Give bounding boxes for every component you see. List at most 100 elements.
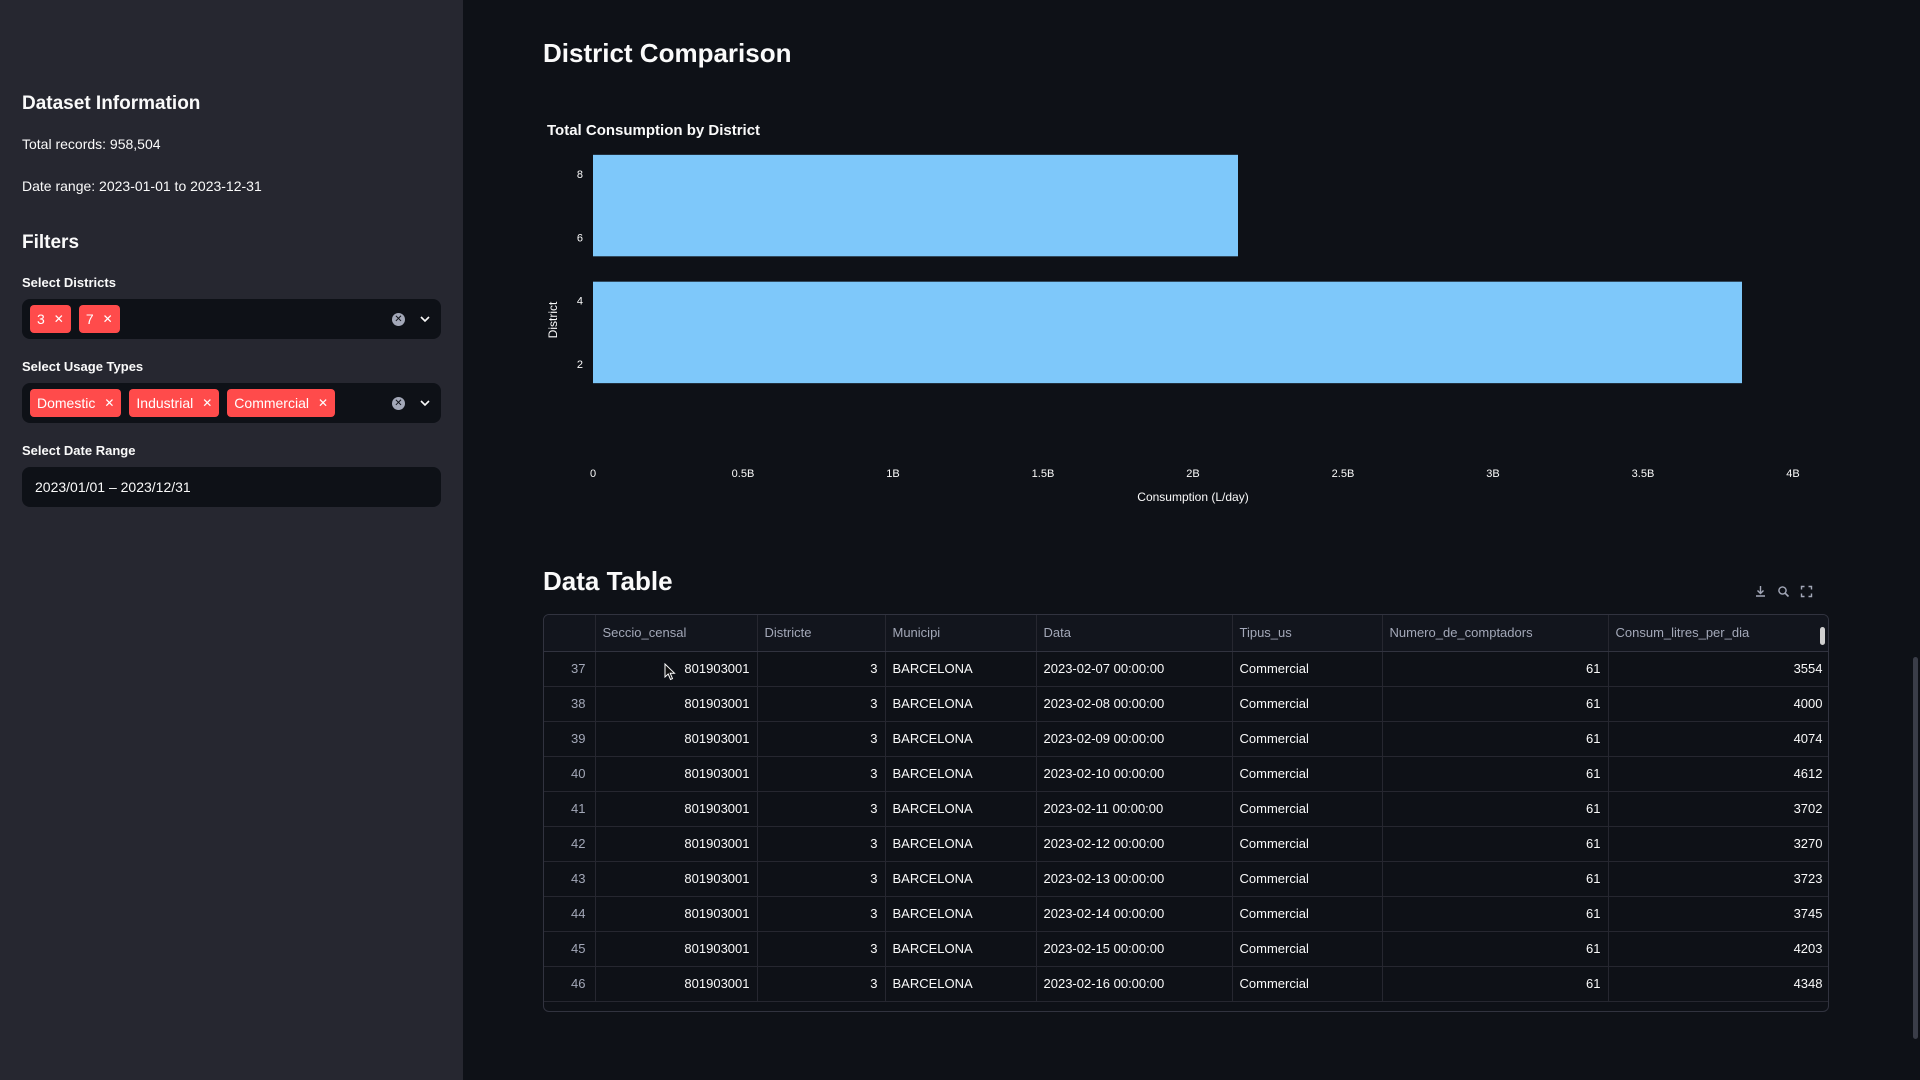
table-cell[interactable]: 801903001 [595, 686, 758, 722]
table-cell[interactable]: Commercial [1232, 896, 1383, 932]
table-cell[interactable]: 801903001 [595, 931, 758, 967]
table-cell[interactable]: 38 [544, 686, 596, 722]
table-cell[interactable]: 4612 [1608, 756, 1828, 792]
table-cell[interactable]: 3 [757, 966, 886, 1002]
table-cell[interactable]: 801903001 [595, 966, 758, 1002]
table-cell[interactable]: BARCELONA [885, 931, 1037, 967]
column-header-index[interactable] [544, 615, 596, 652]
table-cell[interactable]: 3745 [1608, 896, 1828, 932]
table-cell[interactable]: 801903001 [595, 896, 758, 932]
table-cell[interactable]: 4074 [1608, 721, 1828, 757]
table-cell[interactable]: BARCELONA [885, 966, 1037, 1002]
table-cell[interactable]: BARCELONA [885, 896, 1037, 932]
usage-types-multiselect[interactable]: Domestic ✕ Industrial ✕ Commercial ✕ ✕ [22, 383, 441, 423]
remove-tag-icon[interactable]: ✕ [202, 396, 212, 410]
table-cell[interactable]: Commercial [1232, 791, 1383, 827]
table-row[interactable]: 39 801903001 3 BARCELONA 2023-02-09 00:00:00… [544, 721, 1828, 757]
column-header-municipi[interactable]: Municipi [885, 615, 1037, 652]
usage-tag[interactable]: Commercial ✕ [227, 389, 336, 417]
clear-all-icon[interactable]: ✕ [392, 312, 405, 326]
column-header-numero-comptadors[interactable]: Numero_de_comptadors [1382, 615, 1609, 652]
table-cell[interactable]: Commercial [1232, 826, 1383, 862]
remove-tag-icon[interactable]: ✕ [103, 312, 113, 326]
table-cell[interactable]: 45 [544, 931, 596, 967]
table-cell[interactable]: 3 [757, 896, 886, 932]
table-cell[interactable]: 3702 [1608, 791, 1828, 827]
table-cell[interactable]: BARCELONA [885, 861, 1037, 897]
table-cell[interactable]: 3 [757, 791, 886, 827]
table-cell[interactable]: BARCELONA [885, 651, 1037, 687]
table-cell[interactable]: Commercial [1232, 756, 1383, 792]
table-cell[interactable]: 61 [1382, 861, 1609, 897]
bar-district-7[interactable] [593, 154, 1238, 257]
table-cell[interactable]: 801903001 [595, 861, 758, 897]
table-cell[interactable]: 46 [544, 966, 596, 1002]
districts-multiselect[interactable]: 3 ✕ 7 ✕ ✕ [22, 299, 441, 339]
table-cell[interactable]: 801903001 [595, 791, 758, 827]
table-cell[interactable]: 3270 [1608, 826, 1828, 862]
table-cell[interactable]: 37 [544, 651, 596, 687]
data-table[interactable]: Seccio_censal Districte Municipi Data Ti… [543, 614, 1829, 1012]
remove-tag-icon[interactable]: ✕ [318, 396, 328, 410]
table-cell[interactable]: 61 [1382, 931, 1609, 967]
table-cell[interactable]: 4203 [1608, 931, 1828, 967]
table-cell[interactable]: 61 [1382, 756, 1609, 792]
table-cell[interactable]: 801903001 [595, 651, 758, 687]
table-cell[interactable]: 2023-02-09 00:00:00 [1036, 721, 1233, 757]
table-cell[interactable]: 3 [757, 826, 886, 862]
table-cell[interactable]: Commercial [1232, 686, 1383, 722]
table-row[interactable]: 45 801903001 3 BARCELONA 2023-02-15 00:00:00… [544, 931, 1828, 967]
table-cell[interactable]: 2023-02-13 00:00:00 [1036, 861, 1233, 897]
table-cell[interactable]: 2023-02-16 00:00:00 [1036, 966, 1233, 1002]
district-tag[interactable]: 7 ✕ [78, 305, 120, 333]
bar-district-3[interactable] [593, 281, 1742, 384]
table-cell[interactable]: 2023-02-11 00:00:00 [1036, 791, 1233, 827]
table-cell[interactable]: Commercial [1232, 966, 1383, 1002]
table-row[interactable]: 40 801903001 3 BARCELONA 2023-02-10 00:00:00… [544, 756, 1828, 792]
table-cell[interactable]: 40 [544, 756, 596, 792]
table-cell[interactable]: BARCELONA [885, 756, 1037, 792]
table-cell[interactable]: BARCELONA [885, 721, 1037, 757]
table-cell[interactable]: Commercial [1232, 721, 1383, 757]
fullscreen-icon[interactable] [1800, 585, 1813, 598]
table-cell[interactable]: 3 [757, 931, 886, 967]
table-cell[interactable]: 61 [1382, 791, 1609, 827]
column-header-data[interactable]: Data [1036, 615, 1233, 652]
table-cell[interactable]: 801903001 [595, 721, 758, 757]
date-range-input[interactable]: 2023/01/01 – 2023/12/31 [22, 467, 441, 507]
table-cell[interactable]: 61 [1382, 651, 1609, 687]
table-row[interactable]: 37 801903001 3 BARCELONA 2023-02-07 00:00:00… [544, 651, 1828, 687]
usage-tag[interactable]: Industrial ✕ [129, 389, 220, 417]
column-header-seccio-censal[interactable]: Seccio_censal [595, 615, 758, 652]
table-cell[interactable]: 44 [544, 896, 596, 932]
table-cell[interactable]: 42 [544, 826, 596, 862]
column-header-districte[interactable]: Districte [757, 615, 886, 652]
table-cell[interactable]: Commercial [1232, 651, 1383, 687]
table-cell[interactable]: 3723 [1608, 861, 1828, 897]
table-cell[interactable]: 3 [757, 756, 886, 792]
table-cell[interactable]: 39 [544, 721, 596, 757]
table-cell[interactable]: 43 [544, 861, 596, 897]
table-cell[interactable]: 3 [757, 861, 886, 897]
table-cell[interactable]: 2023-02-07 00:00:00 [1036, 651, 1233, 687]
remove-tag-icon[interactable]: ✕ [104, 396, 114, 410]
table-cell[interactable]: Commercial [1232, 931, 1383, 967]
page-scrollbar-thumb[interactable] [1913, 657, 1918, 1039]
table-row[interactable]: 43 801903001 3 BARCELONA 2023-02-13 00:00:00… [544, 861, 1828, 897]
table-cell[interactable]: 61 [1382, 721, 1609, 757]
table-cell[interactable]: 801903001 [595, 826, 758, 862]
table-cell[interactable]: 801903001 [595, 756, 758, 792]
table-cell[interactable]: BARCELONA [885, 791, 1037, 827]
table-cell[interactable]: 2023-02-10 00:00:00 [1036, 756, 1233, 792]
table-row[interactable]: 41 801903001 3 BARCELONA 2023-02-11 00:00:00… [544, 791, 1828, 827]
table-cell[interactable]: 61 [1382, 896, 1609, 932]
district-tag[interactable]: 3 ✕ [30, 305, 71, 333]
column-header-consum-litres[interactable]: Consum_litres_per_dia [1608, 615, 1828, 652]
table-cell[interactable]: 41 [544, 791, 596, 827]
table-cell[interactable]: 2023-02-12 00:00:00 [1036, 826, 1233, 862]
chevron-down-icon[interactable] [419, 313, 431, 325]
table-row[interactable]: 44 801903001 3 BARCELONA 2023-02-14 00:00:00… [544, 896, 1828, 932]
table-cell[interactable]: 2023-02-14 00:00:00 [1036, 896, 1233, 932]
table-cell[interactable]: BARCELONA [885, 826, 1037, 862]
table-cell[interactable]: 3554 [1608, 651, 1828, 687]
